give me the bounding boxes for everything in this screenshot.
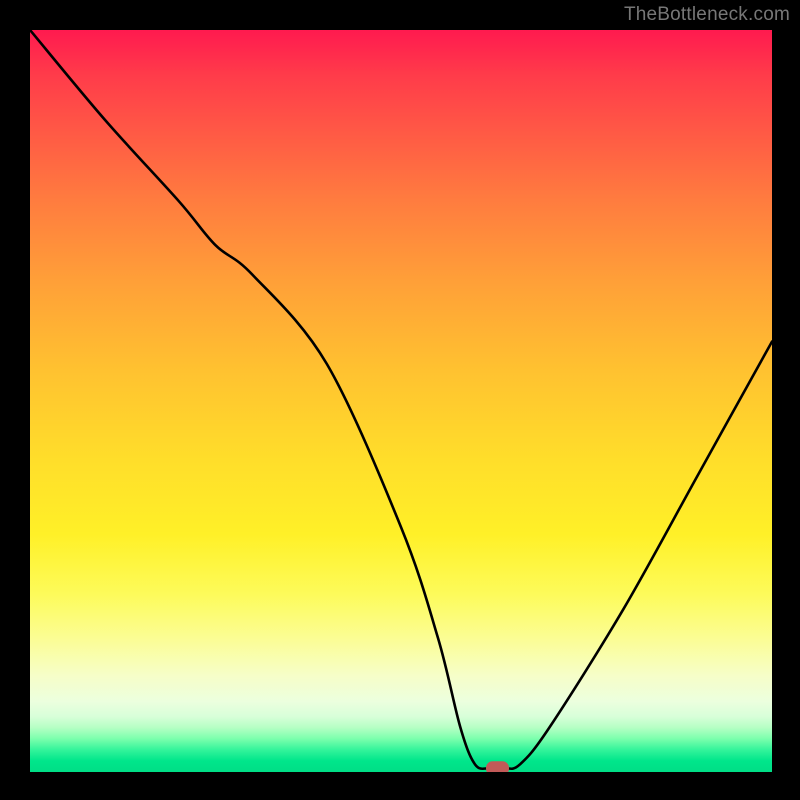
line-series xyxy=(30,30,772,772)
chart-frame: TheBottleneck.com xyxy=(0,0,800,800)
optimum-marker xyxy=(487,762,509,772)
bottleneck-curve-path xyxy=(30,30,772,769)
plot-area xyxy=(30,30,772,772)
watermark-text: TheBottleneck.com xyxy=(624,4,790,26)
